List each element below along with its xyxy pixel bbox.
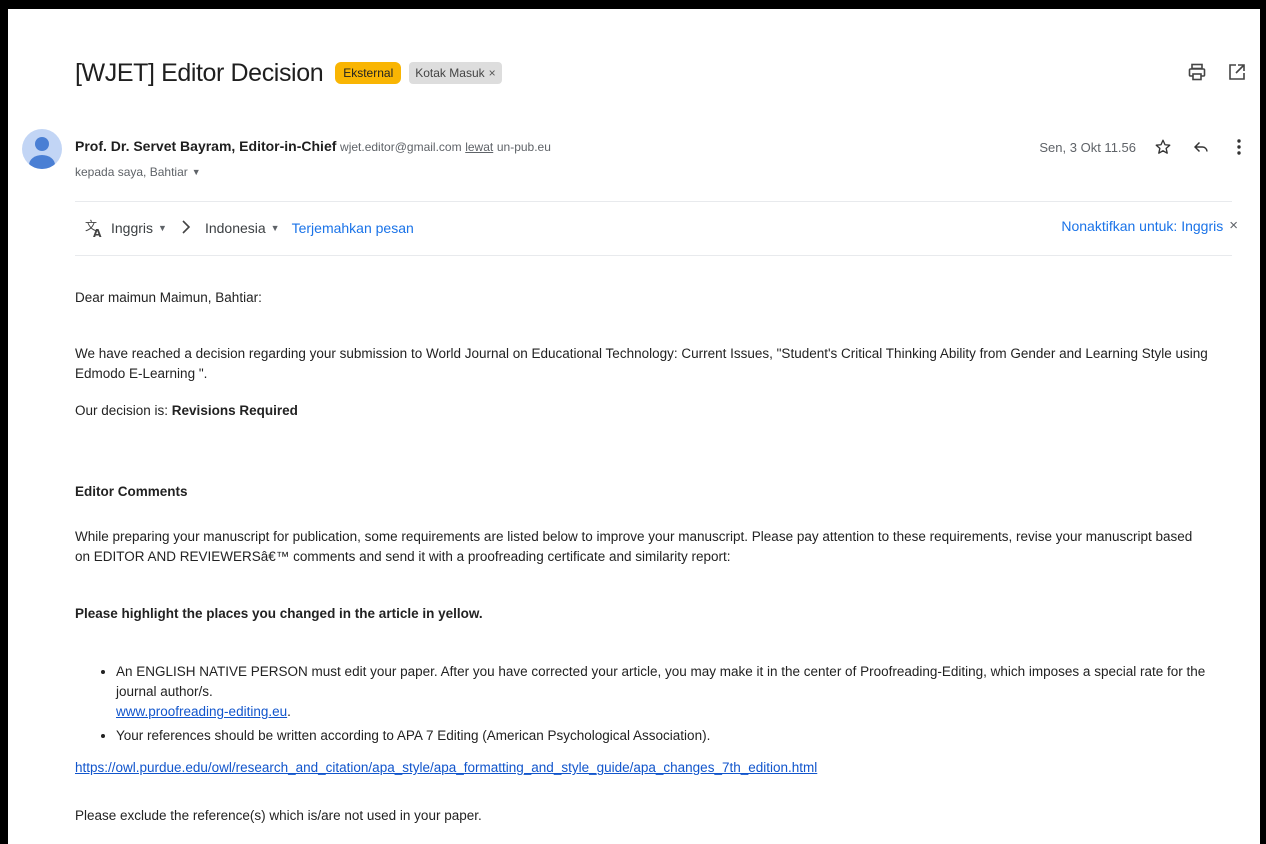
translate-icon: 文A <box>83 217 105 239</box>
reply-icon[interactable] <box>1190 136 1212 158</box>
recipients-text: kepada saya, Bahtiar <box>75 165 188 179</box>
inbox-label-text: Kotak Masuk <box>415 66 485 80</box>
requirements-list: An ENGLISH NATIVE PERSON must edit your … <box>100 662 1246 750</box>
open-new-window-icon[interactable] <box>1226 61 1248 83</box>
apa-guide-link[interactable]: https://owl.purdue.edu/owl/research_and_… <box>75 760 817 775</box>
email-view: [WJET] Editor Decision Eksternal Kotak M… <box>8 9 1260 844</box>
via-domain: un-pub.eu <box>496 140 551 154</box>
via-link[interactable]: lewat <box>465 140 493 154</box>
remove-label-icon[interactable]: × <box>489 66 496 80</box>
more-options-icon[interactable] <box>1228 136 1250 158</box>
source-language: Inggris <box>111 220 154 236</box>
target-language: Indonesia <box>204 220 266 236</box>
translate-bar: 文A Inggris ▼ Indonesia ▼ Terjemahkan pes… <box>83 217 414 239</box>
chevron-down-icon: ▼ <box>191 167 201 177</box>
sender-line: Prof. Dr. Servet Bayram, Editor-in-Chief… <box>75 138 551 154</box>
print-icon[interactable] <box>1186 61 1208 83</box>
bullet-text: Your references should be written accord… <box>116 728 711 743</box>
paragraph-exclude: Please exclude the reference(s) which is… <box>75 808 482 823</box>
list-item: An ENGLISH NATIVE PERSON must edit your … <box>116 662 1246 722</box>
divider <box>75 255 1232 256</box>
avatar <box>22 129 62 169</box>
chevron-down-icon: ▼ <box>270 223 280 233</box>
star-icon[interactable] <box>1152 136 1174 158</box>
message-meta: Sen, 3 Okt 11.56 <box>1039 136 1250 158</box>
decision-prefix: Our decision is: <box>75 403 172 418</box>
external-badge: Eksternal <box>335 62 402 84</box>
apa-link-line: https://owl.purdue.edu/owl/research_and_… <box>75 758 817 778</box>
bullet-end: . <box>287 704 291 719</box>
message-date: Sen, 3 Okt 11.56 <box>1039 139 1136 155</box>
email-subject: [WJET] Editor Decision <box>75 58 324 87</box>
list-item: Your references should be written accord… <box>116 726 1246 746</box>
decision-value: Revisions Required <box>171 403 298 418</box>
translate-message-link[interactable]: Terjemahkan pesan <box>292 220 414 236</box>
highlight-instruction: Please highlight the places you changed … <box>75 606 483 621</box>
paragraph-requirements: While preparing your manuscript for publ… <box>75 529 1193 564</box>
source-language-select[interactable]: Inggris ▼ <box>111 220 167 236</box>
divider <box>75 201 1232 202</box>
paragraph-submission: We have reached a decision regarding you… <box>75 346 1208 381</box>
disable-translation: Nonaktifkan untuk: Inggris × <box>1061 217 1238 234</box>
chevron-down-icon: ▼ <box>158 223 167 233</box>
sender-email: wjet.editor@gmail.com <box>340 140 462 154</box>
bullet-text: An ENGLISH NATIVE PERSON must edit your … <box>116 664 1206 699</box>
sender-name[interactable]: Prof. Dr. Servet Bayram, Editor-in-Chief <box>75 138 336 154</box>
chevron-right-icon <box>181 219 191 237</box>
svg-text:A: A <box>93 227 102 238</box>
disable-translation-link[interactable]: Nonaktifkan untuk: Inggris <box>1061 218 1223 234</box>
decision-line: Our decision is: Revisions Required <box>75 401 298 421</box>
proofreading-link[interactable]: www.proofreading-editing.eu <box>116 704 287 719</box>
top-actions <box>1186 61 1248 83</box>
person-icon <box>29 137 55 169</box>
inbox-label[interactable]: Kotak Masuk × <box>409 62 502 84</box>
close-icon[interactable]: × <box>1229 217 1238 234</box>
subject-row: [WJET] Editor Decision Eksternal Kotak M… <box>75 53 502 93</box>
recipients-toggle[interactable]: kepada saya, Bahtiar ▼ <box>75 165 201 179</box>
editor-comments-heading: Editor Comments <box>75 484 188 499</box>
target-language-select[interactable]: Indonesia ▼ <box>205 220 280 236</box>
greeting: Dear maimun Maimun, Bahtiar: <box>75 290 262 305</box>
